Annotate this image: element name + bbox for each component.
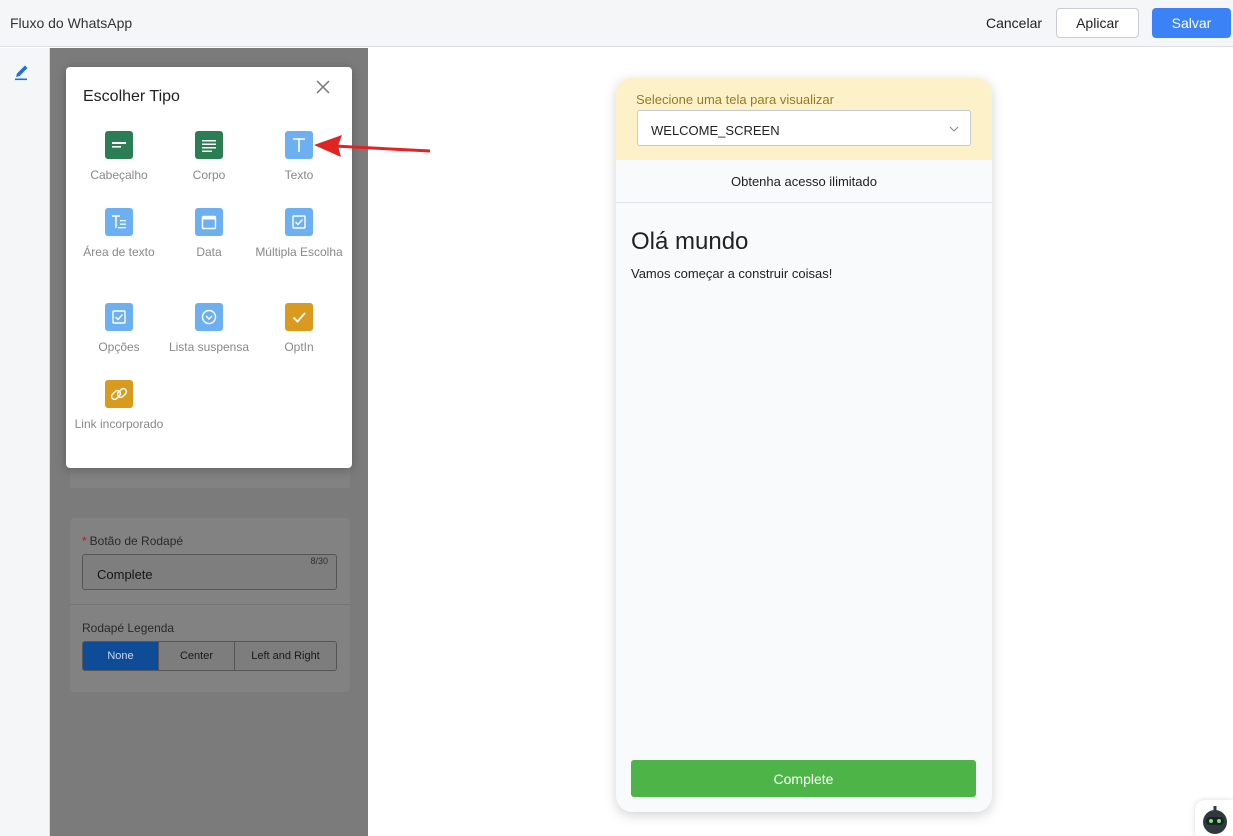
type-option-header[interactable]: Cabeçalho	[74, 131, 164, 184]
type-label: Área de texto	[83, 245, 155, 259]
modal-title: Escolher Tipo	[83, 88, 180, 105]
calendar-icon	[195, 208, 223, 236]
type-label: Corpo	[192, 168, 226, 182]
dropdown-icon	[195, 303, 223, 331]
text-icon	[285, 131, 313, 159]
apply-button[interactable]: Aplicar	[1056, 8, 1139, 38]
type-label: Lista suspensa	[168, 340, 250, 354]
selected-screen: WELCOME_SCREEN	[651, 123, 780, 138]
preview-heading: Olá mundo	[631, 228, 749, 255]
caption-label: Rodapé Legenda	[82, 621, 175, 635]
text-area-icon	[105, 208, 133, 236]
top-bar: Fluxo do WhatsApp Cancelar Aplicar Salva…	[0, 0, 1233, 47]
preview-body-text: Vamos começar a construir coisas!	[631, 266, 833, 281]
arrow-annotation-icon	[314, 135, 431, 157]
close-icon[interactable]	[313, 77, 333, 97]
header-icon	[105, 131, 133, 159]
character-count: 8/30	[310, 556, 328, 566]
type-label: Cabeçalho	[90, 168, 148, 182]
type-label: Múltipla Escolha	[255, 245, 343, 259]
checkmark-icon	[285, 303, 313, 331]
type-option-multiple-choice[interactable]: Múltipla Escolha	[254, 208, 344, 261]
type-label: Data	[196, 245, 222, 259]
save-button[interactable]: Salvar	[1152, 8, 1231, 38]
footer-button-value: Complete	[97, 567, 153, 582]
caption-option-left-right[interactable]: Left and Right	[235, 642, 336, 670]
screen-select-label: Selecione uma tela para visualizar	[636, 92, 834, 107]
checkbox-icon	[105, 303, 133, 331]
caption-option-none[interactable]: None	[83, 642, 159, 670]
caption-segmented-control: None Center Left and Right	[82, 641, 337, 671]
footer-settings-card: * Botão de Rodapé Complete 8/30 Rodapé Le…	[70, 518, 350, 692]
complete-button[interactable]: Complete	[631, 760, 976, 797]
type-label: Opções	[98, 340, 140, 354]
settings-card-placeholder	[70, 468, 350, 488]
type-option-date[interactable]: Data	[164, 208, 254, 261]
link-icon	[105, 380, 133, 408]
robot-icon	[1203, 806, 1227, 834]
type-option-optin[interactable]: OptIn	[254, 303, 344, 356]
pencil-icon[interactable]	[12, 62, 32, 82]
required-marker: *	[82, 534, 87, 548]
screen-title: Obtenha acesso ilimitado	[616, 160, 992, 203]
type-option-body[interactable]: Corpo	[164, 131, 254, 184]
footer-button-label-text: Botão de Rodapé	[89, 534, 184, 548]
left-toolbar	[0, 48, 50, 836]
choose-type-modal: Escolher Tipo Cabeçalho Corpo Texto Área…	[66, 67, 352, 468]
footer-button-input[interactable]: Complete 8/30	[82, 554, 337, 590]
footer-button-label: * Botão de Rodapé	[82, 534, 183, 548]
type-option-dropdown[interactable]: Lista suspensa	[164, 303, 254, 356]
type-label: Texto	[284, 168, 314, 182]
type-option-text-area[interactable]: Área de texto	[74, 208, 164, 261]
preview-header: Selecione uma tela para visualizar WELCO…	[616, 78, 992, 160]
body-text-icon	[195, 131, 223, 159]
screen-select[interactable]: WELCOME_SCREEN	[637, 110, 971, 146]
assistant-bot-avatar[interactable]	[1195, 800, 1233, 836]
caption-option-center[interactable]: Center	[159, 642, 235, 670]
phone-preview: Selecione uma tela para visualizar WELCO…	[616, 78, 992, 812]
app-title: Fluxo do WhatsApp	[10, 15, 133, 31]
type-option-options[interactable]: Opções	[74, 303, 164, 356]
type-option-embedded-link[interactable]: Link incorporado	[74, 380, 164, 433]
type-label: Link incorporado	[74, 417, 164, 431]
divider	[70, 604, 350, 605]
checkbox-icon	[285, 208, 313, 236]
cancel-button[interactable]: Cancelar	[980, 8, 1048, 38]
type-label: OptIn	[284, 340, 314, 354]
chevron-down-icon	[949, 126, 959, 132]
